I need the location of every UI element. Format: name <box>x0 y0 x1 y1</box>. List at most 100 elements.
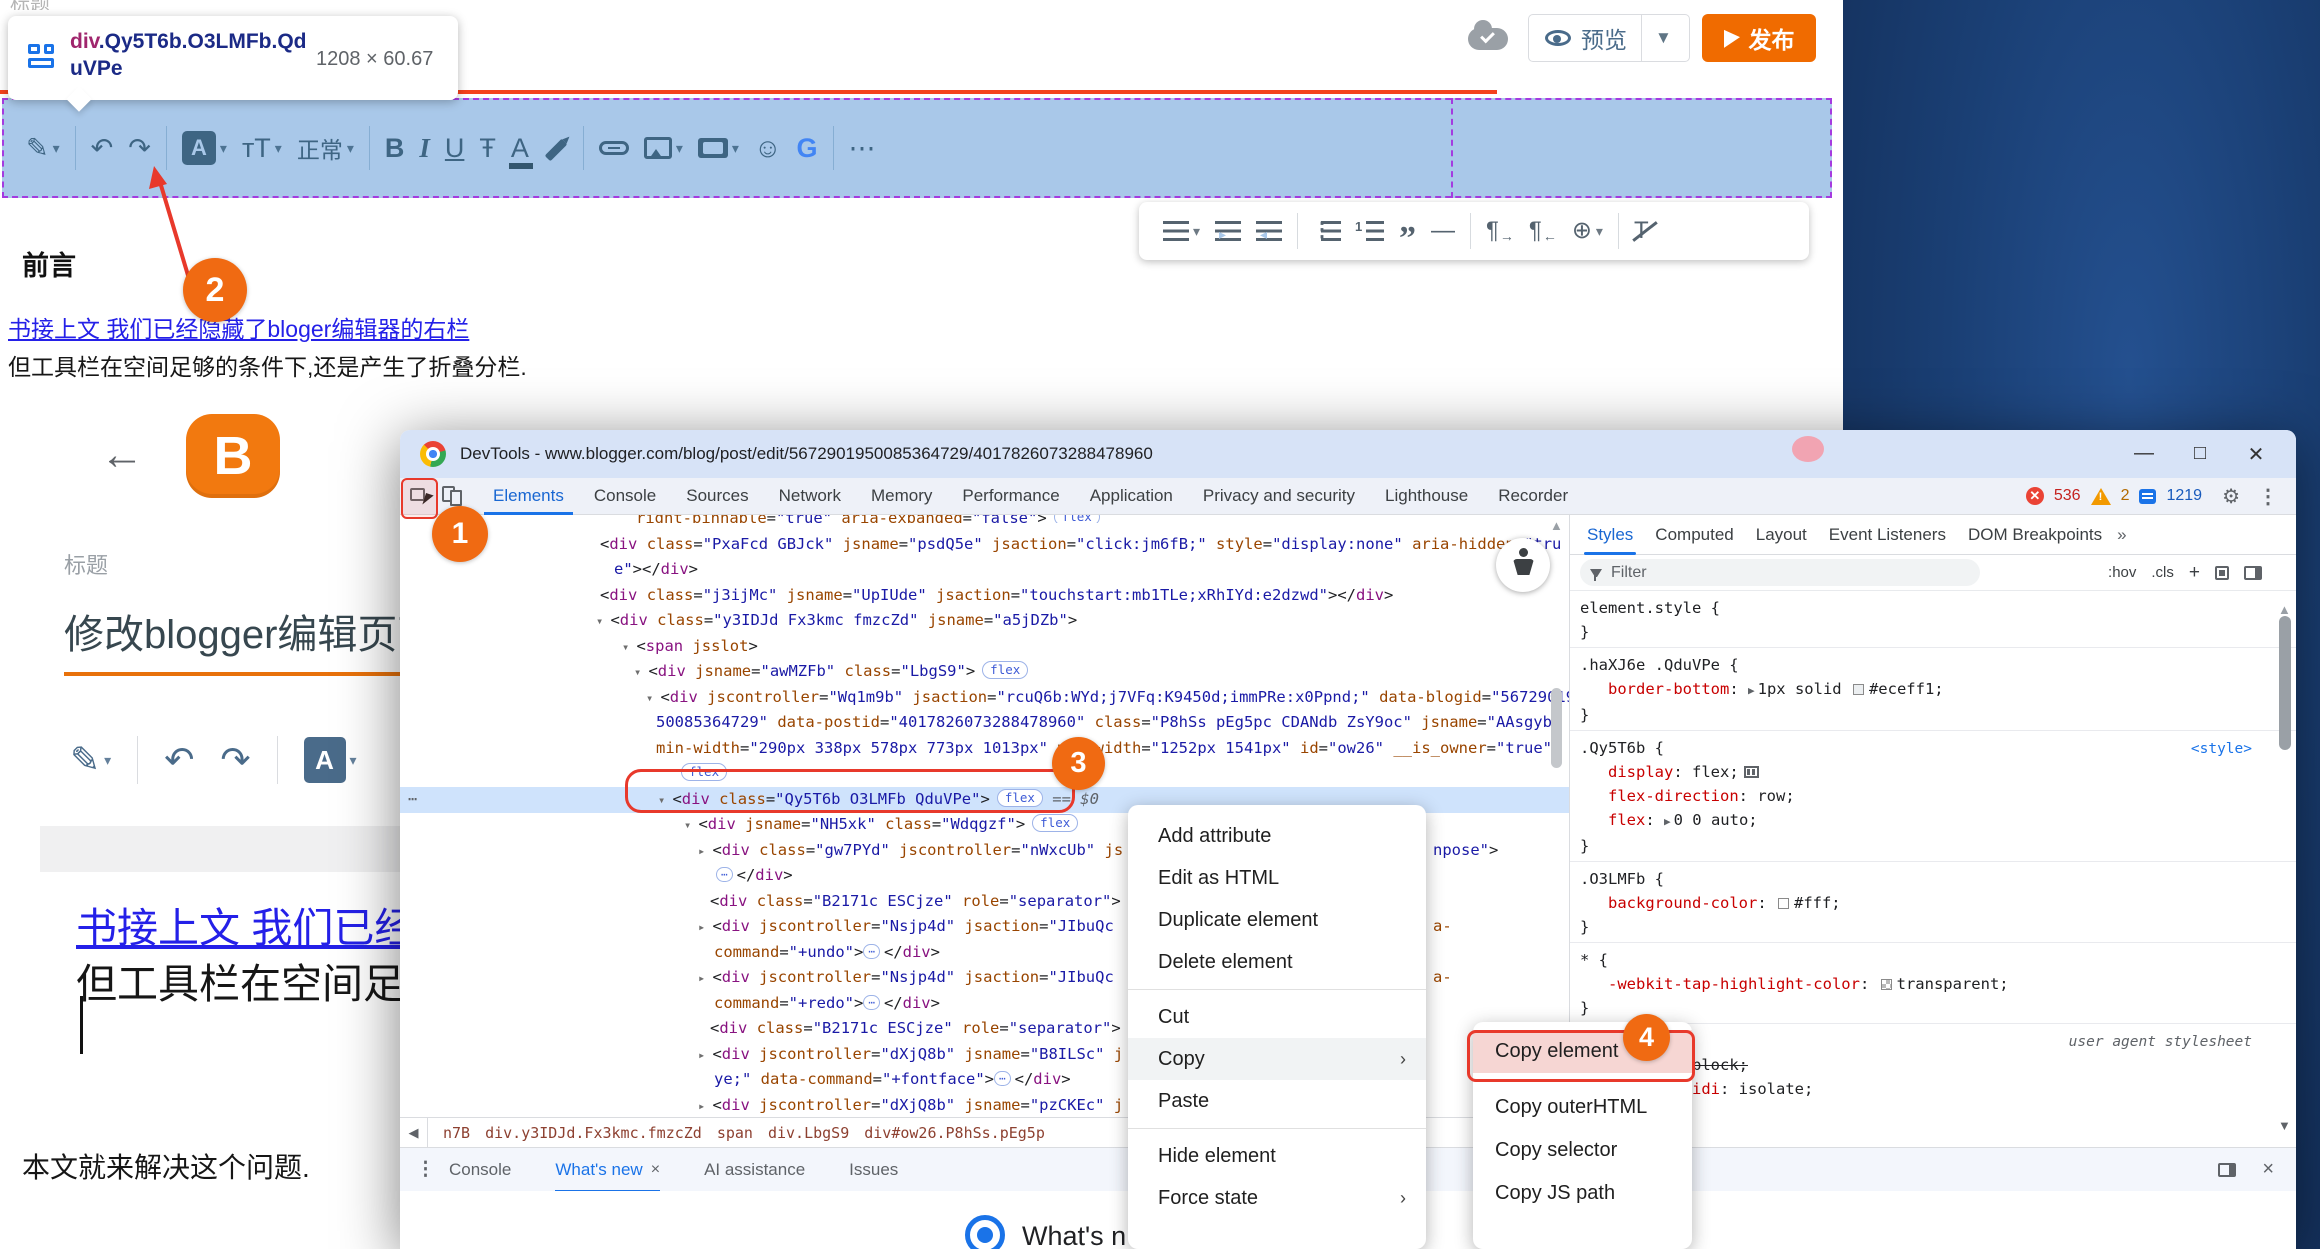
preview-button[interactable]: 预览 ▼ <box>1528 14 1690 62</box>
css-property[interactable]: flex-direction: row; <box>1580 784 2296 808</box>
styles-tab-dom-breakpoints[interactable]: DOM Breakpoints <box>1957 515 2113 555</box>
elements-scrollbar[interactable] <box>1551 688 1562 768</box>
menu-item-duplicate-element[interactable]: Duplicate element <box>1128 899 1426 941</box>
menu-item-paste[interactable]: Paste <box>1128 1080 1426 1122</box>
menu-item-edit-as-html[interactable]: Edit as HTML <box>1128 857 1426 899</box>
css-property[interactable]: -webkit-tap-highlight-color: transparent… <box>1580 972 2296 996</box>
scroll-down-arrow[interactable]: ▼ <box>2278 1118 2291 1133</box>
toggle-class[interactable]: .cls <box>2151 564 2174 581</box>
new-style-rule-icon[interactable]: + <box>2189 562 2200 584</box>
menu-item-copy-selector[interactable]: Copy selector <box>1473 1129 1692 1172</box>
errors-count[interactable]: 536 <box>2054 487 2081 505</box>
dom-tree-node[interactable]: min-width="290px 338px 578px 773px 1013p… <box>400 736 1569 762</box>
publish-button[interactable]: 发布 <box>1702 14 1816 62</box>
tab-sources[interactable]: Sources <box>671 478 763 515</box>
styles-tab-styles[interactable]: Styles <box>1576 515 1644 555</box>
rule-selector[interactable]: element.style { <box>1580 599 1720 617</box>
undo-icon[interactable]: ↶ <box>164 742 194 778</box>
rule-selector[interactable]: .O3LMFb { <box>1580 870 1664 888</box>
flex-badge[interactable]: flex <box>1054 515 1100 523</box>
ltr-paragraph-icon[interactable]: ¶→ <box>1486 219 1514 243</box>
expand-ellipsis-button[interactable]: ⋯ <box>994 1071 1011 1086</box>
styles-tab-layout[interactable]: Layout <box>1745 515 1818 555</box>
toggle-hover-state[interactable]: :hov <box>2108 564 2136 581</box>
breadcrumb-scroll-left[interactable]: ◀ <box>400 1118 428 1147</box>
underline-icon[interactable]: U <box>445 135 465 162</box>
drawer-tab-issues[interactable]: Issues <box>849 1148 898 1192</box>
flex-editor-icon[interactable] <box>1744 766 1759 778</box>
breadcrumb-item[interactable]: span <box>717 1124 753 1142</box>
google-search-icon[interactable]: G <box>797 135 818 162</box>
redo-icon[interactable]: ↷ <box>128 135 151 162</box>
tab-recorder[interactable]: Recorder <box>1483 478 1583 515</box>
clear-formatting-icon[interactable]: T <box>1634 219 1649 243</box>
menu-item-add-attribute[interactable]: Add attribute <box>1128 815 1426 857</box>
drawer-tab-what-s-new[interactable]: What's new× <box>555 1148 660 1192</box>
styles-tab-event-listeners[interactable]: Event Listeners <box>1818 515 1957 555</box>
bold-icon[interactable]: B <box>385 135 405 162</box>
styles-tab-computed[interactable]: Computed <box>1644 515 1744 555</box>
kebab-menu-icon[interactable]: ⋮ <box>2250 484 2286 509</box>
minimize-button[interactable]: — <box>2130 442 2158 467</box>
menu-item-cut[interactable]: Cut <box>1128 996 1426 1038</box>
rtl-paragraph-icon[interactable]: ¶← <box>1529 219 1557 243</box>
tab-memory[interactable]: Memory <box>856 478 947 515</box>
indent-decrease-icon[interactable] <box>1256 221 1282 241</box>
highlight-icon[interactable] <box>544 144 568 152</box>
devtools-titlebar[interactable]: DevTools - www.blogger.com/blog/post/edi… <box>400 430 2296 478</box>
text-color-icon[interactable]: A <box>511 135 529 162</box>
sidebar-toggle-icon[interactable] <box>2244 566 2262 580</box>
settings-gear-icon[interactable]: ⚙ <box>2222 484 2240 509</box>
tab-privacy-and-security[interactable]: Privacy and security <box>1188 478 1370 515</box>
special-chars-icon[interactable]: ⊕▾ <box>1572 219 1603 243</box>
pen-edit-icon[interactable]: ✎▾ <box>70 742 111 778</box>
breadcrumb-item[interactable]: n7B <box>443 1124 470 1142</box>
doc-link[interactable]: 书接上文 我们已经隐藏了bloger编辑器的右栏 <box>8 310 469 344</box>
back-arrow-icon[interactable]: ← <box>100 430 144 480</box>
warnings-count[interactable]: 2 <box>2121 487 2130 505</box>
expand-ellipsis-button[interactable]: ⋯ <box>716 867 733 882</box>
menu-item-force-state[interactable]: Force state› <box>1128 1177 1426 1219</box>
close-icon[interactable]: × <box>651 1161 660 1179</box>
scroll-up-arrow[interactable]: ▲ <box>1550 518 1563 533</box>
dom-tree-node[interactable]: right-pinnable="true" aria-expanded="fal… <box>400 515 1569 523</box>
drawer-tab-console[interactable]: Console <box>449 1148 511 1192</box>
undo-icon[interactable]: ↶ <box>91 135 114 162</box>
insert-video-icon[interactable]: ▾ <box>698 138 739 158</box>
dom-tree-node[interactable]: ▾ <div class="y3IDJd Fx3kmc fmzcZd" jsna… <box>400 608 1569 634</box>
css-property[interactable]: border-bottom: ▶1px solid #eceff1; <box>1580 677 2296 703</box>
strikethrough-icon[interactable]: Ŧ <box>479 135 496 162</box>
css-property[interactable]: display: flex; <box>1580 760 2296 784</box>
more-tabs-icon[interactable]: » <box>2117 525 2126 545</box>
text-size-icon[interactable]: тT▾ <box>242 135 282 162</box>
breadcrumb-item[interactable]: div#ow26.P8hSs.pEg5p <box>864 1124 1045 1142</box>
styles-filter-input[interactable]: Filter <box>1580 559 1980 586</box>
insert-link-icon[interactable] <box>599 141 629 155</box>
dom-tree-node[interactable]: ▾ <div jscontroller="Wq1m9b" jsaction="r… <box>400 685 1569 711</box>
rendering-icon[interactable] <box>2215 566 2229 580</box>
quote-icon[interactable]: ” <box>1399 224 1416 238</box>
expand-arrow-icon[interactable]: ▶ <box>1748 684 1755 697</box>
dom-tree-node[interactable]: <div class="j3ijMc" jsname="UpIUde" jsac… <box>400 583 1569 609</box>
tab-lighthouse[interactable]: Lighthouse <box>1370 478 1483 515</box>
tab-console[interactable]: Console <box>579 478 671 515</box>
flex-badge[interactable]: flex <box>1032 814 1078 832</box>
menu-item-delete-element[interactable]: Delete element <box>1128 941 1426 983</box>
font-icon[interactable]: A▾ <box>304 737 357 783</box>
css-property[interactable]: background-color: #fff; <box>1580 891 2296 915</box>
messages-icon[interactable] <box>2139 489 2156 504</box>
expand-arrow-icon[interactable]: ▶ <box>1664 815 1671 828</box>
font-icon[interactable]: A▾ <box>182 131 227 165</box>
breadcrumb-item[interactable]: div.y3IDJd.Fx3kmc.fmzcZd <box>485 1124 702 1142</box>
emoji-icon[interactable]: ☺ <box>754 135 782 162</box>
dom-tree-node[interactable]: 50085364729" data-postid="40178260732884… <box>400 710 1569 736</box>
redo-icon[interactable]: ↷ <box>220 742 250 778</box>
post-title-input[interactable]: 修改blogger编辑页面 <box>64 602 437 660</box>
styles-scrollbar[interactable] <box>2279 616 2291 750</box>
expand-ellipsis-button[interactable]: ⋯ <box>863 944 880 959</box>
menu-item-copy-js-path[interactable]: Copy JS path <box>1473 1172 1692 1215</box>
dock-panel-icon[interactable] <box>2218 1163 2236 1177</box>
tab-application[interactable]: Application <box>1075 478 1188 515</box>
blogger-logo[interactable]: B <box>186 414 280 498</box>
bulleted-list-icon[interactable] <box>1313 221 1341 241</box>
